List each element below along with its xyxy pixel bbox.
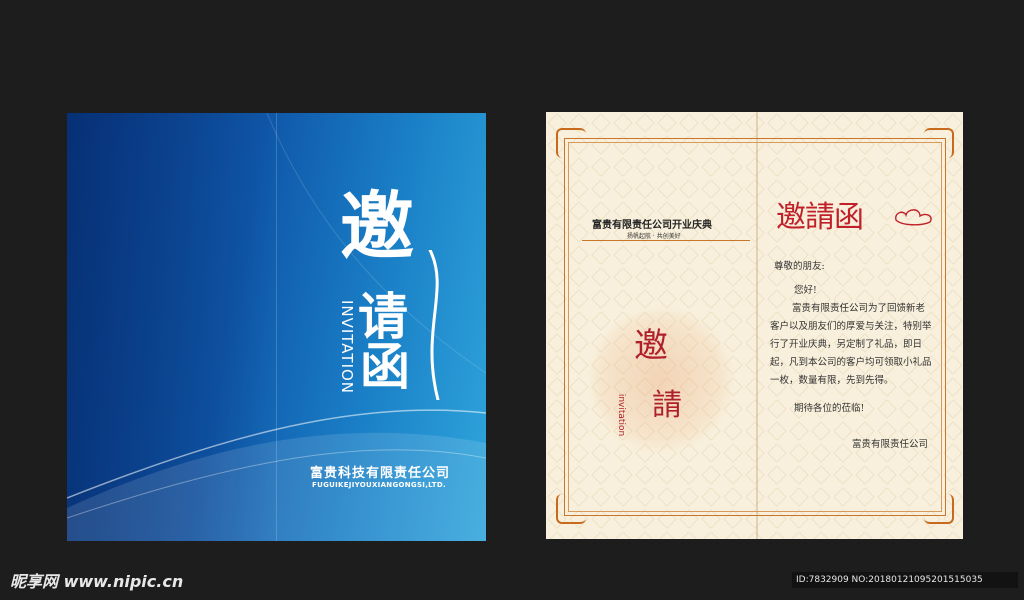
cloud-ornament-icon xyxy=(895,209,932,226)
watermark-site: 昵享网 www.nipic.cn xyxy=(10,572,184,591)
frame-corner-ornament xyxy=(924,128,954,158)
frame-corner-ornament xyxy=(556,494,586,524)
event-divider xyxy=(582,240,750,241)
event-title: 富贵有限责任公司开业庆典 xyxy=(592,220,712,231)
cover-vertical-invitation: INVITATION xyxy=(338,299,357,395)
letter-closing: 期待各位的莅临! xyxy=(794,403,865,414)
cover-company-name-en: FUGUIKEJIYOUXIANGONGSI,LTD. xyxy=(312,481,446,489)
event-subtitle: 扬帆起航 · 共创美好 xyxy=(627,233,681,240)
letter-paragraph: 富贵有限责任公司为了回馈新老客户以及朋友们的厚爱与关注，特别举行了开业庆典，另定… xyxy=(770,303,932,386)
seal-invitation-text: invitation xyxy=(616,393,627,437)
cover-company-name-cn: 富贵科技有限责任公司 xyxy=(310,466,451,481)
cover-title-char-3: 函 xyxy=(360,338,410,396)
letter-signature: 富贵有限责任公司 xyxy=(852,439,929,450)
cover-title-char-1: 邀 xyxy=(340,184,414,270)
seal-char-1: 邀 xyxy=(634,326,668,366)
watermark-id: ID:7832909 NO:20180121095201515035 xyxy=(792,572,1018,588)
letter-greeting: 尊敬的朋友: xyxy=(774,261,825,272)
cover-swirl-stroke xyxy=(428,250,440,400)
letter-hello: 您好! xyxy=(794,285,817,296)
seal-char-2: 請 xyxy=(652,388,682,423)
frame-corner-ornament xyxy=(556,128,586,158)
inner-red-title: 邀請函 xyxy=(776,200,864,235)
cover-title-char-2: 请 xyxy=(358,288,408,346)
frame-corner-ornament xyxy=(924,494,954,524)
